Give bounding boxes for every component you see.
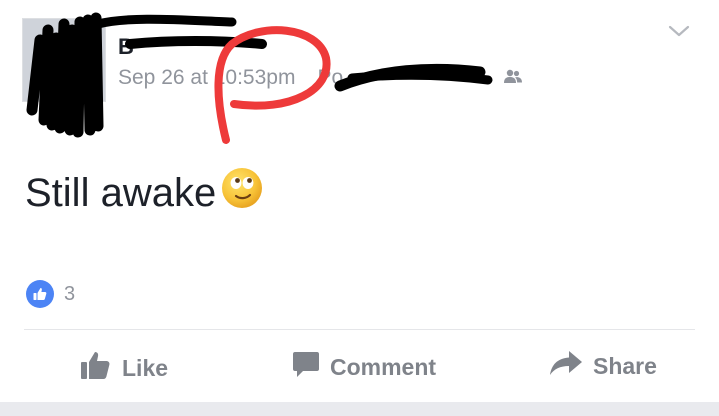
friends-icon [503,69,523,90]
like-button[interactable]: Like [80,350,168,386]
thumbs-up-icon [80,350,112,386]
comment-button-label: Comment [330,353,437,380]
redaction-scribble [26,12,493,144]
feed-post: B Sep 26 at 10:53pm Po Still awake 3 Lik… [0,0,719,402]
like-reaction-icon [26,280,54,308]
chevron-down-icon[interactable] [666,20,692,42]
share-button[interactable]: Share [549,350,657,382]
author-name[interactable]: B [118,34,134,60]
comment-button[interactable]: Comment [292,350,436,384]
status-text: Still awake [25,170,217,215]
share-button-label: Share [593,352,657,379]
like-button-label: Like [122,354,169,381]
post-meta-suffix: Po [317,66,344,89]
divider [24,329,695,330]
comment-bubble-icon [292,350,320,384]
post-meta: Sep 26 at 10:53pm Po [118,66,343,90]
feed-separator [0,402,719,416]
avatar[interactable] [22,18,106,102]
slightly-smiling-face-emoji [220,166,264,220]
like-count: 3 [64,282,76,305]
reaction-summary[interactable]: 3 [26,280,75,308]
post-timestamp[interactable]: Sep 26 at 10:53pm [118,66,295,89]
post-status-text: Still awake [25,166,264,220]
share-arrow-icon [549,350,583,382]
